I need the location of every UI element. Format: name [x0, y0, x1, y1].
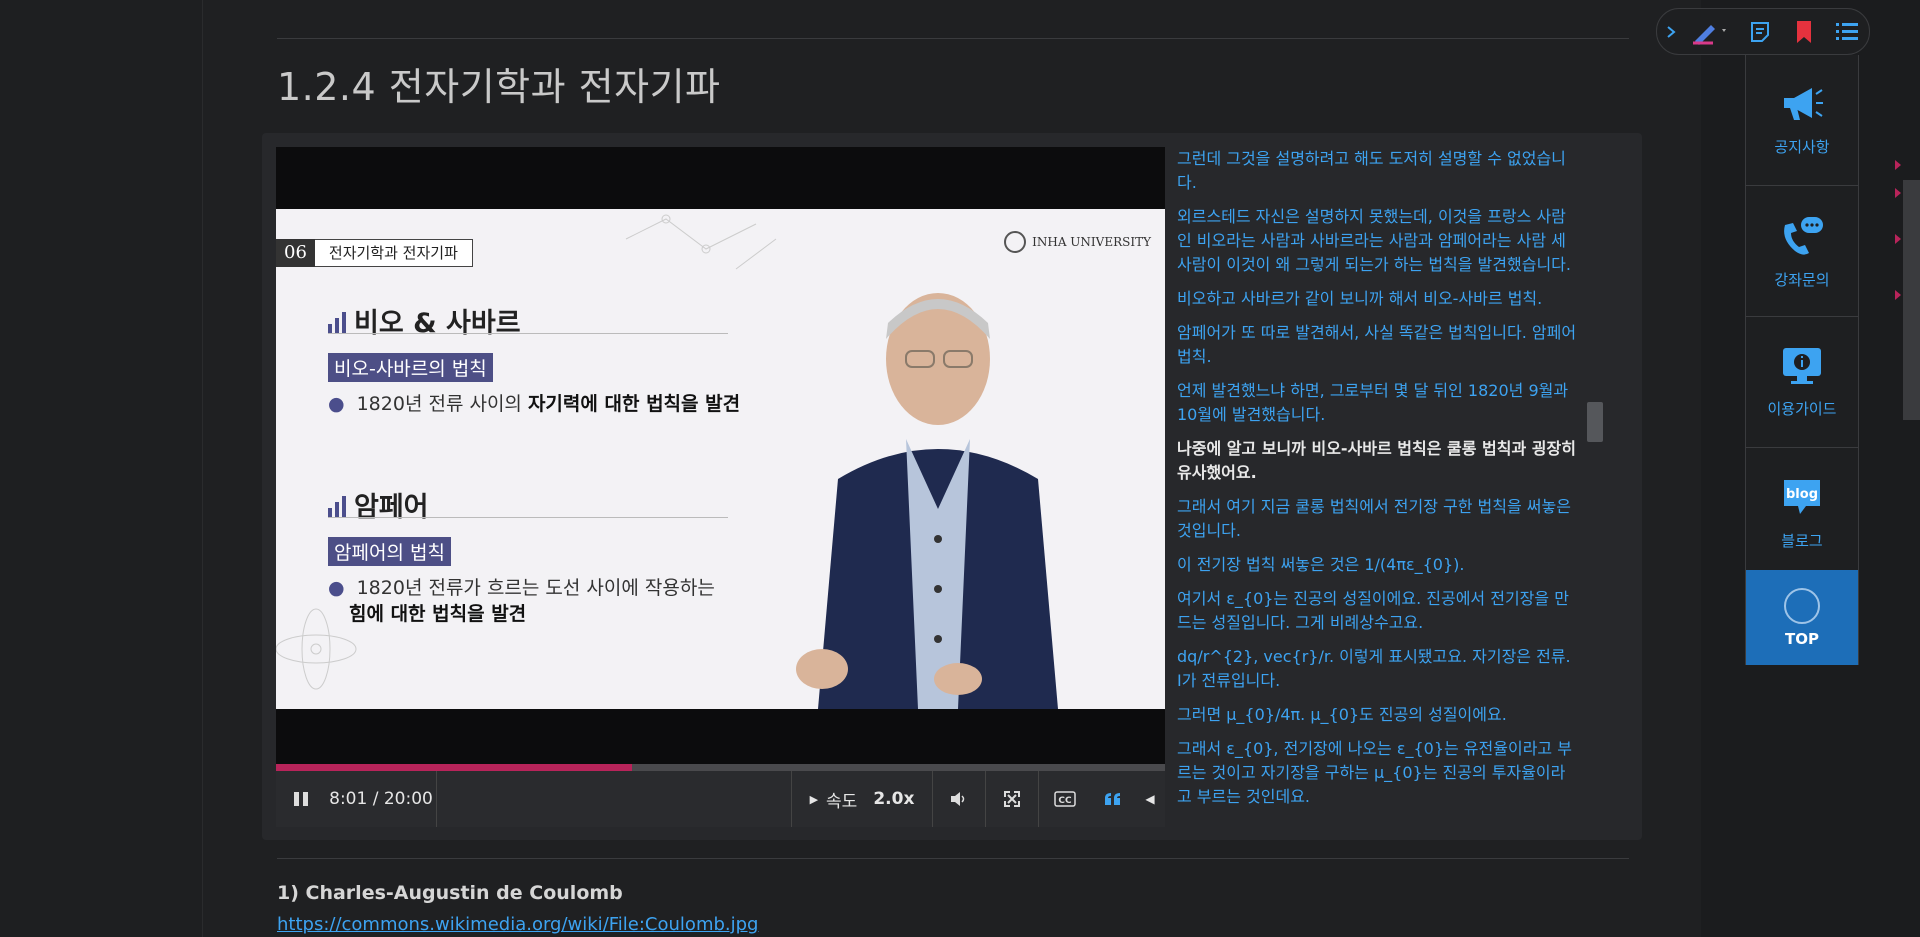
caret-right-icon: ▶	[809, 792, 819, 806]
slide-chapter-tag: 06 전자기학과 전자기파	[276, 239, 473, 267]
svg-text:CC: CC	[1058, 796, 1072, 806]
marker-arrow-icon	[1895, 188, 1901, 198]
side-menu-blog[interactable]: blog 블로그	[1746, 448, 1858, 579]
bar-chart-icon	[328, 496, 348, 518]
collapse-panel-button[interactable]: ◀	[1135, 771, 1165, 827]
megaphone-icon	[1784, 87, 1823, 120]
lecture-player-card: 06 전자기학과 전자기파 INHA UNIVERSITY 비오 & 사바르 비…	[262, 133, 1642, 840]
divider	[277, 38, 1629, 39]
divider	[436, 771, 437, 827]
video-player[interactable]: 06 전자기학과 전자기파 INHA UNIVERSITY 비오 & 사바르 비…	[276, 147, 1165, 771]
video-progress-fill	[276, 764, 633, 771]
volume-icon	[951, 792, 965, 806]
slide-bullet: ● 1820년 전류가 흐르는 도선 사이에 작용하는 힘에 대한 법칙을 발견	[328, 577, 715, 625]
speed-button[interactable]: ▶ 속도 2.0x	[792, 771, 932, 827]
blog-icon: blog	[1784, 479, 1820, 514]
fullscreen-button[interactable]	[986, 771, 1038, 827]
toolbar-collapse-button[interactable]	[1661, 14, 1681, 50]
chevron-right-icon	[1667, 25, 1676, 38]
transcript-line[interactable]: 언제 발견했느냐 하면, 그로부터 몇 달 뒤인 1820년 9월과 10월에 …	[1177, 379, 1577, 427]
floating-toolbar	[1656, 8, 1870, 55]
slide-bullet: ● 1820년 전류 사이의 자기력에 대한 법칙을 발견	[328, 393, 741, 415]
bar-chart-icon	[328, 312, 348, 334]
fullscreen-icon	[1004, 791, 1020, 807]
monitor-info-icon	[1783, 347, 1821, 384]
side-menu-label: 공지사항	[1774, 137, 1830, 156]
note-button[interactable]	[1742, 14, 1778, 50]
transcript-line[interactable]: 이 전기장 법칙 써놓은 것은 1/(4πε_{0}).	[1177, 553, 1577, 577]
law-label: 암페어의 법칙	[328, 537, 451, 566]
time-display: 8:01 / 20:00	[329, 789, 433, 809]
side-menu: 공지사항 강좌문의 이용가이드 blog 블로그 TOP	[1745, 55, 1859, 665]
transcript-toggle-button[interactable]	[1091, 771, 1135, 827]
transcript-line[interactable]: 그래서 ε_{0}, 전기장에 나오는 ε_{0}는 유전율이라고 부르는 것이…	[1177, 737, 1577, 809]
cc-icon: CC	[1054, 791, 1076, 807]
video-progress-bar[interactable]	[276, 764, 1165, 771]
slide-heading-biot-savart: 비오 & 사바르	[328, 301, 521, 340]
quote-icon	[1105, 793, 1120, 805]
transcript-line[interactable]: 그러면 μ_{0}/4π. μ_{0}도 진공의 성질이에요.	[1177, 703, 1577, 727]
reference-title: 1) Charles-Augustin de Coulomb	[277, 882, 623, 904]
speed-label: 속도	[826, 791, 858, 812]
transcript-line[interactable]: 외르스테드 자신은 설명하지 못했는데, 이것을 프랑스 사람인 비오라는 사람…	[1177, 205, 1577, 277]
side-menu-label: 강좌문의	[1774, 270, 1830, 289]
lecture-slide: 06 전자기학과 전자기파 INHA UNIVERSITY 비오 & 사바르 비…	[276, 209, 1165, 709]
transcript-line[interactable]: 비오하고 사바르가 같이 보니까 해서 비오-사바르 법칙.	[1177, 287, 1577, 311]
phone-chat-icon	[1784, 216, 1823, 255]
pen-icon	[1693, 24, 1727, 45]
table-of-contents-button[interactable]	[1829, 14, 1865, 50]
pause-icon	[294, 792, 308, 806]
volume-button[interactable]	[933, 771, 985, 827]
pen-tool-button[interactable]	[1688, 14, 1734, 50]
section-title: 1.2.4 전자기학과 전자기파	[277, 65, 721, 109]
transcript-line[interactable]: 여기서 ε_{0}는 진공의 성질이에요. 진공에서 전기장을 만드는 성질입니…	[1177, 587, 1577, 635]
list-icon	[1836, 22, 1859, 40]
marker-arrow-icon	[1895, 234, 1901, 244]
transcript-line[interactable]: dq/r^{2}, vec{r}/r. 이렇게 표시됐고요. 자기장은 전류. …	[1177, 645, 1577, 693]
transcript-scrollbar[interactable]	[1587, 147, 1603, 826]
divider	[328, 333, 728, 334]
slide-number: 06	[276, 239, 315, 267]
decorative-sketch	[625, 214, 777, 270]
transcript-scroll-thumb[interactable]	[1587, 402, 1603, 442]
university-seal-icon	[1004, 231, 1027, 253]
lecturer-image	[796, 293, 1058, 709]
transcript-line[interactable]: 그래서 여기 지금 쿨롱 법칙에서 전기장 구한 법칙을 써놓은 것입니다.	[1177, 495, 1577, 543]
side-menu-inquiry[interactable]: 강좌문의	[1746, 186, 1858, 317]
transcript-line[interactable]: 암페어가 또 따로 발견해서, 사실 똑같은 법칙입니다. 암페어 법칙.	[1177, 321, 1577, 369]
caret-left-icon: ◀	[1145, 792, 1155, 806]
university-name: INHA UNIVERSITY	[1032, 235, 1151, 249]
pause-button[interactable]	[276, 771, 326, 827]
divider	[277, 858, 1629, 859]
scroll-to-top-button[interactable]: TOP	[1746, 570, 1858, 665]
reference-link[interactable]: https://commons.wikimedia.org/wiki/File:…	[277, 914, 758, 935]
note-icon	[1750, 21, 1769, 42]
transcript-line[interactable]: 그런데 그것을 설명하려고 해도 도저히 설명할 수 없었습니다.	[1177, 147, 1577, 195]
video-controls: 8:01 / 20:00 ▶ 속도 2.0x CC ◀	[276, 771, 1165, 827]
bookmark-button[interactable]	[1786, 14, 1822, 50]
svg-text:blog: blog	[1786, 487, 1818, 502]
side-menu-notice[interactable]: 공지사항	[1746, 55, 1858, 186]
transcript-line[interactable]: 나중에 알고 보니까 비오-사바르 법칙은 쿨롱 법칙과 굉장히 유사했어요.	[1177, 437, 1577, 485]
side-menu-label: 블로그	[1781, 531, 1823, 550]
top-label: TOP	[1785, 629, 1819, 648]
circle-icon	[1784, 587, 1820, 624]
page-scrollbar-thumb[interactable]	[1903, 180, 1920, 420]
slide-heading-ampere: 암페어	[328, 485, 429, 524]
side-menu-label: 이용가이드	[1767, 399, 1837, 418]
speed-value: 2.0x	[873, 789, 915, 809]
marker-arrow-icon	[1895, 160, 1901, 170]
marker-arrow-icon	[1895, 290, 1901, 300]
slide-chapter-title: 전자기학과 전자기파	[314, 239, 473, 267]
university-logo: INHA UNIVERSITY	[1004, 231, 1151, 253]
divider	[328, 517, 728, 518]
side-menu-guide[interactable]: 이용가이드	[1746, 317, 1858, 448]
bookmark-icon	[1796, 20, 1811, 43]
captions-button[interactable]: CC	[1039, 771, 1091, 827]
transcript-panel[interactable]: 그런데 그것을 설명하려고 해도 도저히 설명할 수 없었습니다. 외르스테드 자…	[1177, 147, 1577, 826]
left-gutter	[0, 0, 203, 937]
content-area: 1.2.4 전자기학과 전자기파 06 전자기학과 전자기파 INHA UNIV…	[203, 0, 1701, 937]
law-label: 비오-사바르의 법칙	[328, 353, 493, 382]
